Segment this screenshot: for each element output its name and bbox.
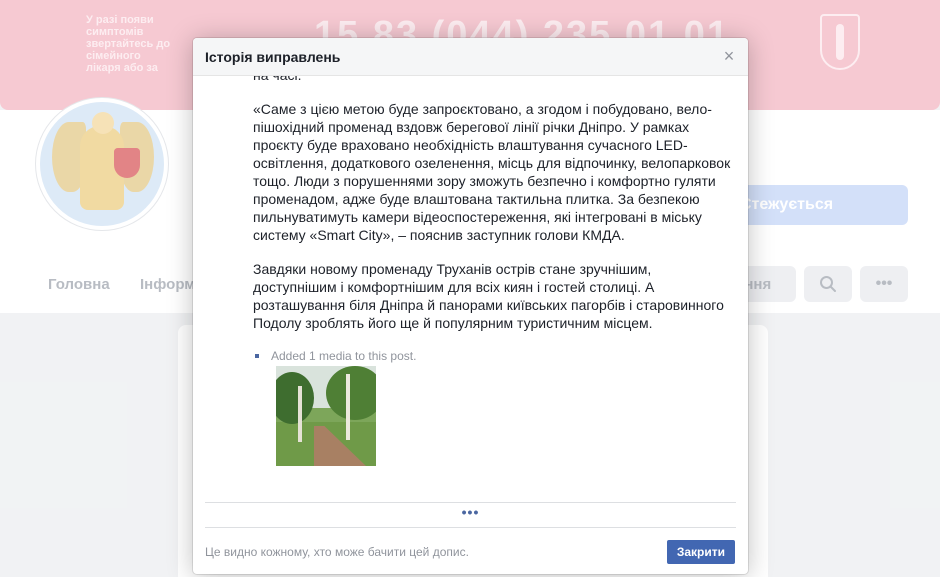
- edit-history-dialog: Історія виправлень × на часі. «Саме з ці…: [193, 38, 748, 574]
- dialog-title: Історія виправлень: [205, 49, 341, 65]
- post-text: на часі. «Саме з цією метою буде запроєк…: [253, 76, 733, 466]
- close-icon[interactable]: ×: [720, 46, 738, 66]
- see-more-button[interactable]: •••: [193, 505, 748, 525]
- media-note: Added 1 media to this post.: [253, 348, 733, 364]
- media-thumbnail[interactable]: [276, 366, 376, 466]
- paragraph: Завдяки новому променаду Труханів острів…: [253, 261, 724, 331]
- dialog-footer: Це видно кожному, хто може бачити цей до…: [193, 528, 748, 574]
- divider: [205, 502, 736, 503]
- dialog-body[interactable]: на часі. «Саме з цією метою буде запроєк…: [193, 76, 748, 503]
- dialog-header: Історія виправлень ×: [193, 38, 748, 76]
- close-button[interactable]: Закрити: [666, 540, 735, 564]
- audience-note: Це видно кожному, хто може бачити цей до…: [205, 545, 469, 559]
- paragraph: «Саме з цією метою буде запроєктовано, а…: [253, 101, 731, 243]
- text-fragment: на часі.: [253, 76, 733, 84]
